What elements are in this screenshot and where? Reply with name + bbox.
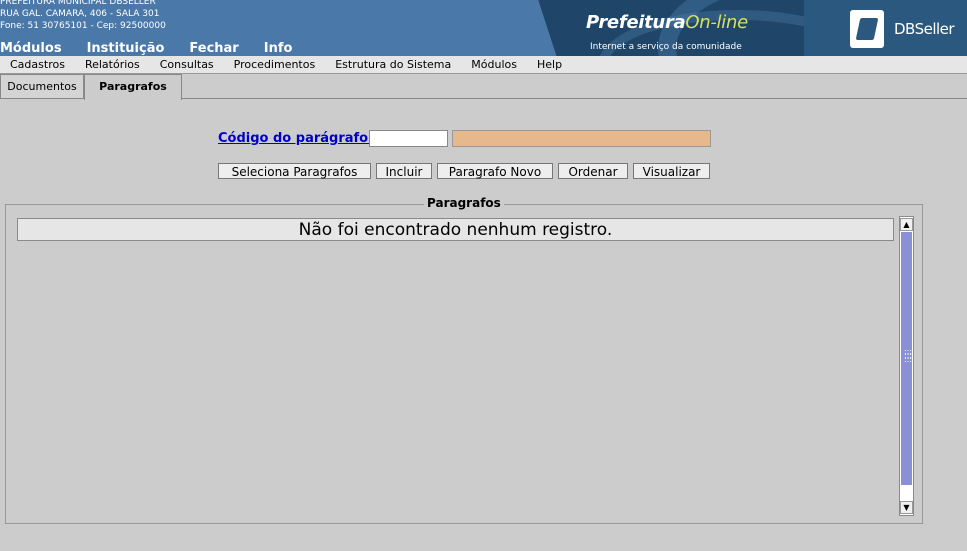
org-info: PREFEITURA MUNICIPAL DBSELLER RUA GAL. C… [0, 0, 300, 32]
banner-tagline: Internet a serviço da comunidade [590, 42, 742, 52]
tab-documentos[interactable]: Documentos [0, 74, 84, 98]
paragrafos-legend: Paragrafos [424, 196, 504, 210]
scroll-down-icon[interactable]: ▼ [900, 501, 913, 514]
logo-main: Prefeitura [586, 12, 686, 33]
menu-procedimentos[interactable]: Procedimentos [224, 56, 326, 73]
org-name: PREFEITURA MUNICIPAL DBSELLER [0, 0, 156, 7]
incluir-button[interactable]: Incluir [376, 163, 432, 179]
descricao-paragrafo-field [452, 130, 711, 147]
visualizar-button[interactable]: Visualizar [633, 163, 710, 179]
menu-cadastros[interactable]: Cadastros [0, 56, 75, 73]
vertical-scrollbar[interactable]: ▲ ::::::::: ▼ [899, 216, 914, 516]
dbseller-mark-icon [850, 10, 884, 48]
menu-estrutura-sistema[interactable]: Estrutura do Sistema [325, 56, 461, 73]
app-header: PREFEITURA MUNICIPAL DBSELLER RUA GAL. C… [0, 0, 967, 56]
banner-wedge [508, 0, 565, 56]
dbseller-logo: DBSeller [804, 0, 967, 56]
codigo-paragrafo-link[interactable]: Código do parágrafo: [218, 131, 373, 146]
menu-modulos[interactable]: Módulos [461, 56, 527, 73]
ordenar-button[interactable]: Ordenar [558, 163, 628, 179]
grip-icon: ::::::::: [904, 347, 913, 364]
menu-consultas[interactable]: Consultas [150, 56, 224, 73]
nav-instituicao[interactable]: Instituição [87, 41, 165, 56]
menu-help[interactable]: Help [527, 56, 572, 73]
seleciona-paragrafos-button[interactable]: Seleciona Paragrafos [218, 163, 371, 179]
paragrafos-grid: Não foi encontrado nenhum registro. [17, 216, 914, 516]
nav-modulos[interactable]: Módulos [0, 41, 62, 56]
org-address: RUA GAL. CAMARA, 406 - SALA 301 [0, 9, 160, 19]
dbseller-text: DBSeller [894, 20, 955, 38]
menu-bar: Cadastros Relatórios Consultas Procedime… [0, 56, 967, 74]
top-nav: Módulos Instituição Fechar Info [0, 41, 317, 56]
scroll-up-icon[interactable]: ▲ [900, 218, 913, 231]
empty-results-message: Não foi encontrado nenhum registro. [17, 218, 894, 241]
brand-banner: PrefeituraOn-line Internet a serviço da … [508, 0, 967, 56]
tab-paragrafos[interactable]: Paragrafos [84, 74, 182, 100]
tab-divider-gap [85, 98, 181, 99]
codigo-paragrafo-input[interactable] [369, 130, 448, 147]
menu-relatorios[interactable]: Relatórios [75, 56, 150, 73]
org-phone: Fone: 51 30765101 - Cep: 92500000 [0, 21, 166, 31]
logo-online: On-line [685, 12, 748, 33]
dbseller-mark-cut [855, 18, 879, 40]
nav-fechar[interactable]: Fechar [189, 41, 238, 56]
prefeitura-online-logo: PrefeituraOn-line [586, 12, 748, 33]
paragrafo-novo-button[interactable]: Paragrafo Novo [437, 163, 553, 179]
nav-info[interactable]: Info [264, 41, 293, 56]
scroll-thumb[interactable]: ::::::::: [901, 232, 912, 485]
